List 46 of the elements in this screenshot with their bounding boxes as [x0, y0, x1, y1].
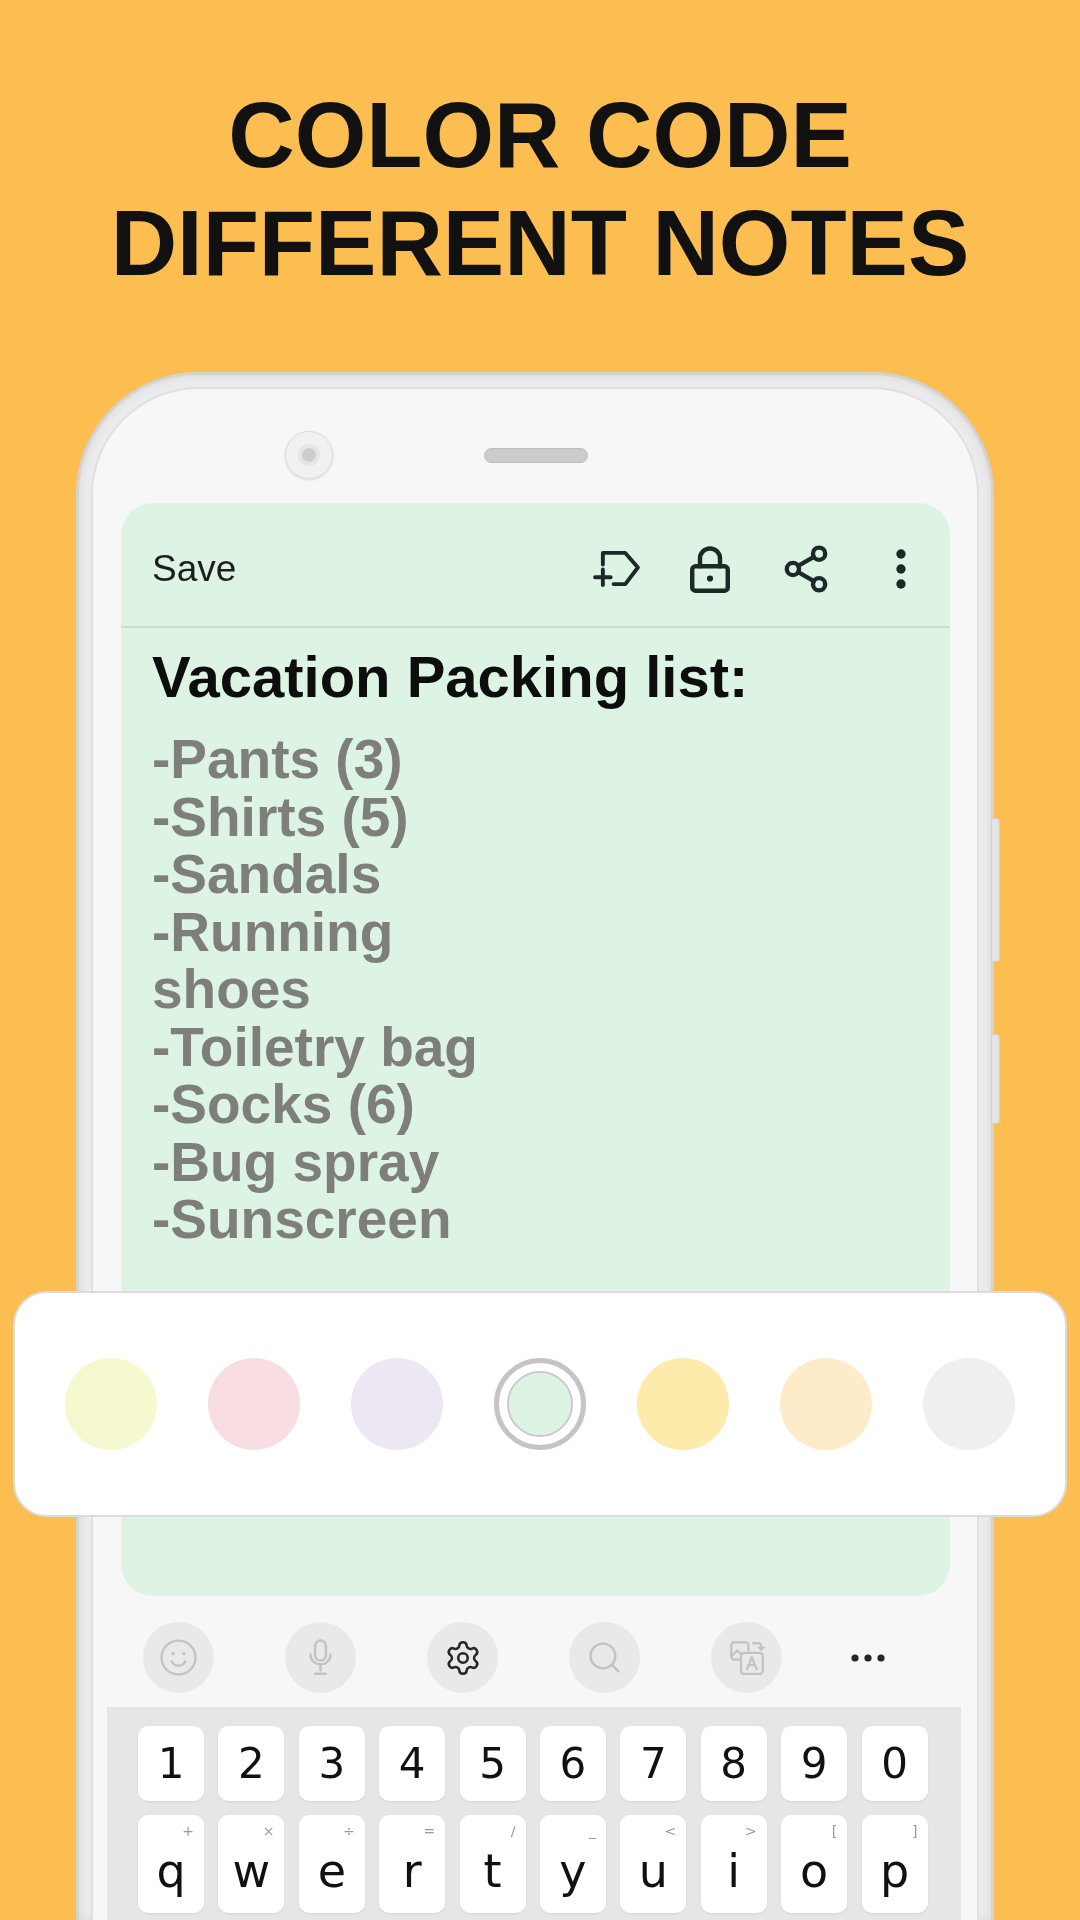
note-title: Vacation Packing list: — [152, 645, 749, 709]
key[interactable]: / t — [459, 1815, 526, 1913]
key-hint: < — [664, 1822, 677, 1840]
key[interactable]: 8 — [700, 1726, 767, 1801]
key[interactable]: 3 — [298, 1726, 365, 1801]
headline: COLOR CODE DIFFERENT NOTES — [110, 83, 970, 296]
key[interactable]: 5 — [459, 1726, 526, 1801]
key[interactable]: _ y — [539, 1815, 606, 1913]
key-hint: = — [423, 1822, 436, 1840]
more-dots-icon[interactable] — [851, 1653, 885, 1662]
key[interactable]: + q — [138, 1815, 204, 1913]
list-item: -Pants (3) — [152, 731, 403, 789]
key[interactable]: 1 — [138, 1726, 204, 1801]
key[interactable]: 0 — [861, 1726, 928, 1801]
smiley-icon — [160, 1639, 197, 1676]
key[interactable]: 6 — [539, 1726, 606, 1801]
key-hint: / — [510, 1822, 516, 1840]
key-hint: [ — [831, 1822, 838, 1840]
tag-plus-icon[interactable] — [592, 550, 641, 587]
key[interactable]: [ o — [781, 1815, 848, 1913]
microphone-icon — [308, 1639, 333, 1676]
key[interactable]: < u — [620, 1815, 687, 1913]
front-camera-drawing — [285, 431, 333, 479]
list-item: -Toiletry bag — [152, 1018, 478, 1076]
share-icon[interactable] — [784, 544, 828, 593]
more-menu-icon[interactable] — [896, 548, 906, 589]
key-hint: > — [745, 1822, 757, 1840]
key[interactable]: 2 — [218, 1726, 285, 1801]
key[interactable]: > i — [700, 1815, 767, 1913]
save-button[interactable]: Save — [152, 546, 237, 591]
key-hint: + — [182, 1822, 194, 1840]
key[interactable]: 4 — [379, 1726, 446, 1801]
lock-icon[interactable] — [690, 544, 730, 593]
key[interactable]: ] p — [861, 1815, 928, 1913]
list-item: -Running shoes — [152, 903, 395, 1019]
key[interactable]: 7 — [620, 1726, 687, 1801]
key[interactable]: = r — [379, 1815, 446, 1913]
key[interactable]: × w — [218, 1815, 285, 1913]
key-hint: ] — [912, 1822, 918, 1840]
search-icon — [586, 1639, 623, 1676]
text-image-icon — [728, 1639, 765, 1676]
key[interactable]: 9 — [781, 1726, 848, 1801]
key[interactable]: ÷ e — [298, 1815, 365, 1913]
key-hint: _ — [588, 1822, 596, 1840]
key-hint: × — [262, 1822, 275, 1840]
key-hint: ÷ — [343, 1822, 355, 1840]
